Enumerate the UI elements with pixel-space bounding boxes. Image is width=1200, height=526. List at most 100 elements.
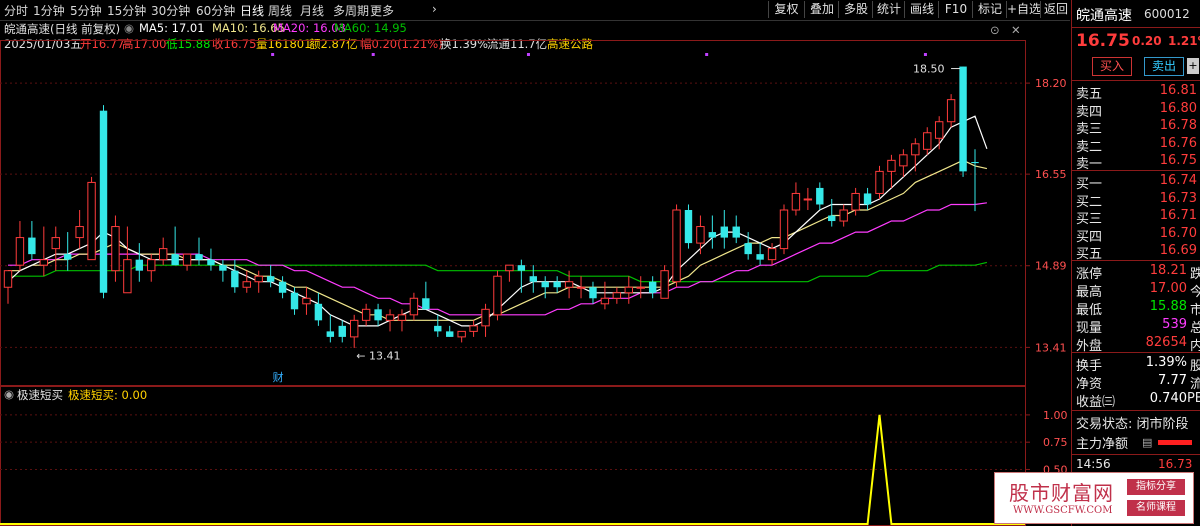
target-icon[interactable]: ⊙: [990, 23, 1000, 37]
toolbar-button-0[interactable]: 复权: [768, 1, 804, 18]
bid-row-4[interactable]: 买五 16.69: [1076, 243, 1200, 262]
candle-body: [851, 192, 860, 211]
indicator-tick-label: 0.75: [1043, 436, 1068, 449]
stat2-row-0-tail: 股: [1189, 359, 1200, 374]
indicator-tick-label: 1.00: [1043, 409, 1068, 422]
watermark-title: 股市财富网: [1009, 481, 1114, 505]
period-tab-bar: 分时 1分钟 5分钟 15分钟 30分钟 60分钟 日线 周线 月线 多周期 更多 › 复权 叠加 多股 统计…: [0, 0, 1070, 21]
stat-row-2-value: 15.88: [1149, 299, 1187, 314]
bid-row-3[interactable]: 买四 16.70: [1076, 226, 1200, 245]
candle-body: [28, 237, 36, 255]
toolbar-button-1[interactable]: 叠加: [804, 1, 839, 18]
period-tab-10[interactable]: 更多: [370, 2, 394, 19]
ask-row-3-label: 卖二: [1076, 139, 1103, 155]
candle-body: [481, 308, 490, 327]
ask-row-3[interactable]: 卖二 16.76: [1076, 135, 1200, 155]
candle-body: [553, 281, 561, 288]
toolbar-button-5[interactable]: F10: [938, 1, 973, 18]
candle-body: [732, 226, 740, 238]
watermark-url: WWW.GSCFW.COM: [1013, 505, 1113, 516]
candle-body: [923, 132, 932, 150]
period-tab-3[interactable]: 15分钟: [107, 2, 146, 19]
candle-body: [816, 187, 824, 205]
stat-row-0[interactable]: 涨停 18.21 跌: [1076, 263, 1200, 282]
toolbar-button-6[interactable]: 标记: [972, 1, 1007, 18]
bid-row-4-value: 16.69: [1159, 243, 1197, 259]
candle-body: [147, 259, 156, 272]
buy-button[interactable]: 买入: [1092, 57, 1132, 76]
candle-body: [409, 297, 419, 316]
candle-body: [576, 286, 586, 289]
indicator-name: 极速短买: [17, 388, 63, 402]
bid-row-2[interactable]: 买三 16.71: [1076, 208, 1200, 227]
period-tab-7[interactable]: 周线: [268, 2, 292, 19]
expand-icon[interactable]: +: [1187, 58, 1199, 74]
stat-row-3-value: 539: [1162, 317, 1187, 332]
toolbar-button-4[interactable]: 画线: [904, 1, 939, 18]
toolbar-button-2[interactable]: 多股: [838, 1, 873, 18]
sell-button[interactable]: 卖出: [1144, 57, 1184, 76]
candle-body: [791, 192, 801, 211]
candle-body: [326, 331, 335, 337]
candle-body: [111, 226, 120, 272]
price-tick-label: 13.41: [1035, 341, 1067, 354]
bid-row-0[interactable]: 买一 16.74: [1076, 173, 1200, 192]
stat2-row-1[interactable]: 净资 7.77 流: [1076, 373, 1200, 392]
ask-row-3-value: 16.76: [1159, 135, 1197, 151]
price-tick-label: 14.89: [1035, 260, 1067, 273]
ask-row-0[interactable]: 卖五 16.81: [1076, 83, 1200, 102]
period-tab-1[interactable]: 1分钟: [33, 2, 65, 19]
ask-row-1[interactable]: 卖四 16.80: [1076, 100, 1200, 120]
ask-row-2[interactable]: 卖三 16.78: [1076, 118, 1200, 137]
indicator-value: 极速短买: 0.00: [68, 388, 148, 402]
indicator-settings-icon[interactable]: ◉: [4, 387, 14, 401]
signal-dot: [526, 53, 530, 56]
period-tab-5[interactable]: 60分钟: [196, 2, 235, 19]
candle-body: [684, 210, 693, 244]
ask-row-4[interactable]: 卖一 16.75: [1076, 153, 1200, 172]
candle-body: [589, 287, 597, 299]
stat-row-3[interactable]: 现量 539 总: [1076, 317, 1200, 336]
low-annotation: ← 13.41: [356, 349, 400, 362]
candle-body: [446, 331, 454, 337]
trade-status: 交易状态: 闭市阶段: [1076, 417, 1189, 432]
ma5-label: MA5: 17.01: [139, 21, 205, 35]
ask-row-1-value: 16.80: [1159, 100, 1197, 116]
tick-price: 16.73: [1158, 457, 1193, 471]
more-arrow-icon[interactable]: ›: [432, 2, 437, 16]
stat-row-4[interactable]: 外盘 82654 内: [1076, 335, 1200, 354]
candlestick-chart[interactable]: 18.20 16.55 14.89 13.41 18.50 ← 13.41 财: [0, 40, 1070, 386]
candle-body: [875, 170, 884, 194]
stat2-row-0[interactable]: 换手 1.39% 股: [1076, 355, 1200, 374]
candle-body: [290, 292, 299, 310]
toolbar-button-8[interactable]: 返回: [1040, 1, 1071, 18]
indicator-chart[interactable]: 1.000.750.50: [0, 386, 1070, 526]
candle-body: [564, 281, 574, 288]
candle-body: [946, 99, 956, 123]
period-tab-4[interactable]: 30分钟: [151, 2, 190, 19]
list-icon[interactable]: ▤: [1142, 436, 1152, 449]
candle-body: [350, 319, 359, 338]
candle-body: [422, 298, 430, 310]
period-tab-8[interactable]: 月线: [300, 2, 324, 19]
candle-body: [75, 226, 84, 239]
candle-body: [600, 297, 610, 305]
candle-body: [696, 226, 705, 244]
candle-body: [672, 209, 681, 283]
bid-row-1[interactable]: 买二 16.73: [1076, 191, 1200, 210]
settings-dot-icon[interactable]: ◉: [124, 21, 134, 35]
close-icon[interactable]: ✕: [1011, 23, 1021, 37]
period-tab-6[interactable]: 日线: [240, 2, 264, 19]
period-tab-0[interactable]: 分时: [4, 2, 28, 19]
period-tab-2[interactable]: 5分钟: [70, 2, 102, 19]
stat-row-2-tail: 市: [1189, 303, 1200, 318]
tick-time: 14:56: [1076, 457, 1111, 471]
toolbar-button-3[interactable]: 统计: [872, 1, 905, 18]
toolbar-button-7[interactable]: +自选: [1006, 1, 1041, 18]
period-tab-9[interactable]: 多周期: [333, 2, 369, 19]
stat2-row-2-label: 收益㈢: [1076, 395, 1116, 410]
stat-row-2[interactable]: 最低 15.88 市: [1076, 299, 1200, 318]
watermark-tag1: 指标分享: [1127, 479, 1185, 495]
stat-row-1[interactable]: 最高 17.00 今: [1076, 281, 1200, 300]
stat2-row-2[interactable]: 收益㈢ 0.740 PE: [1076, 391, 1200, 410]
